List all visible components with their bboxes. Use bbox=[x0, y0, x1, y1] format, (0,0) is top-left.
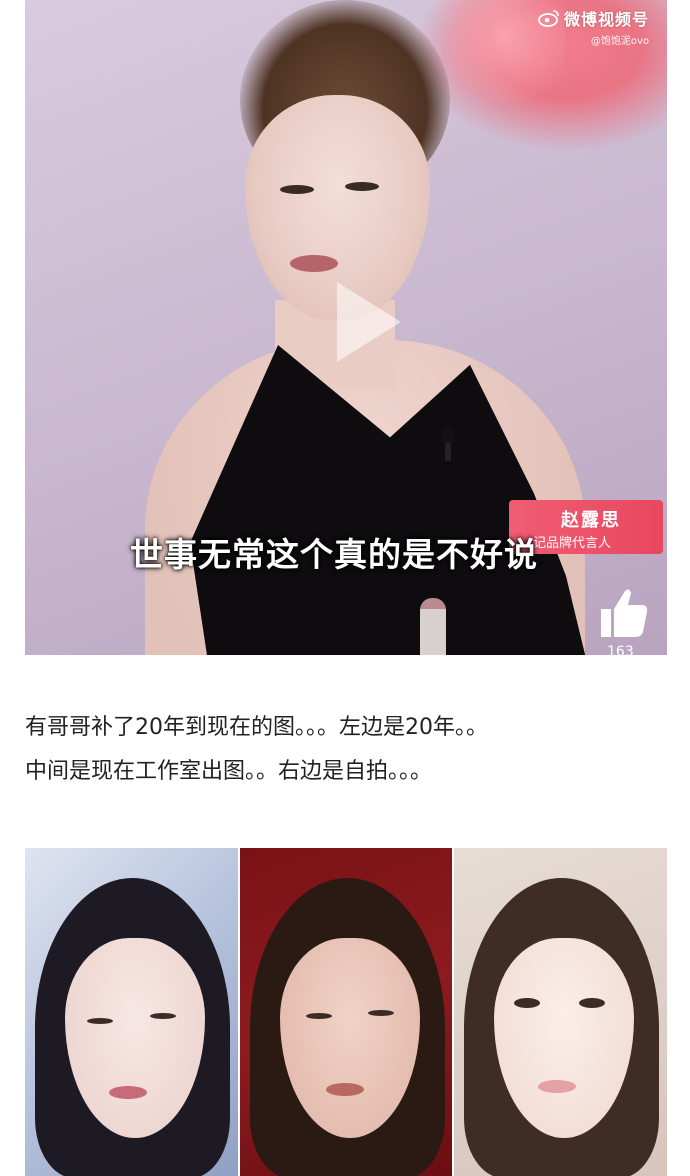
photo-eye bbox=[150, 1013, 176, 1019]
photo-lips bbox=[109, 1086, 147, 1099]
name-card-title: 记品牌代言人 bbox=[533, 536, 612, 551]
like-count: 163 bbox=[607, 644, 634, 655]
post-text: 有哥哥补了20年到现在的图。。。左边是20年。。 中间是现在工作室出图。。右边是… bbox=[25, 706, 665, 794]
person-lips bbox=[290, 255, 338, 272]
watermark-title: 微博视频号 bbox=[563, 10, 649, 29]
weibo-icon bbox=[538, 10, 559, 27]
video-player[interactable]: 微博视频号 @饱饱泥ovo 赵露思 记品牌代言人 世事无常这个真的是不好说 16… bbox=[25, 0, 667, 655]
post-text-line: 中间是现在工作室出图。。右边是自拍。。。 bbox=[25, 759, 433, 784]
photo-eye bbox=[305, 1013, 332, 1019]
photo-middle[interactable] bbox=[239, 848, 453, 1176]
name-card-name: 赵露思 bbox=[561, 510, 621, 531]
play-icon[interactable] bbox=[337, 282, 401, 362]
lapel-mic-icon bbox=[442, 427, 454, 461]
photo-lips bbox=[325, 1083, 364, 1096]
person-eye bbox=[345, 182, 379, 191]
photo-eye bbox=[367, 1010, 394, 1016]
photo-right[interactable] bbox=[454, 848, 668, 1176]
photo-grid bbox=[25, 848, 668, 1176]
watermark: 微博视频号 @饱饱泥ovo bbox=[538, 6, 649, 47]
post-text-line: 有哥哥补了20年到现在的图。。。左边是20年。。 bbox=[25, 715, 488, 740]
lipstick bbox=[420, 598, 446, 655]
photo-left[interactable] bbox=[25, 848, 238, 1176]
video-subtitle: 世事无常这个真的是不好说 bbox=[130, 535, 538, 574]
watermark-handle: @饱饱泥ovo bbox=[590, 36, 649, 47]
like-icon[interactable] bbox=[597, 585, 649, 639]
photo-eye bbox=[87, 1018, 113, 1024]
person-eye bbox=[280, 185, 314, 194]
